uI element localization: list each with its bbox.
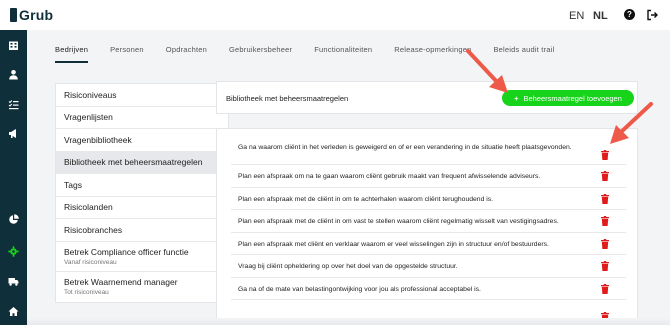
- nav-item-label: Risicolanden: [64, 202, 113, 213]
- measures-list: Ga na waarom cliënt in het verleden is g…: [216, 128, 638, 325]
- nav-item-sublabel: Tot risiconiveau: [64, 289, 109, 296]
- tab-bedrijven[interactable]: Bedrijven: [55, 45, 89, 63]
- measure-text: Plan een afspraak met cliënt en verklaar…: [238, 240, 549, 248]
- gear-icon[interactable]: [0, 240, 27, 262]
- trash-icon[interactable]: [601, 171, 609, 181]
- list-item: Plan een afspraak met de cliënt in om te…: [231, 188, 626, 210]
- nav-item-tags[interactable]: Tags: [56, 174, 228, 197]
- nav-item-label: Risicobranches: [64, 224, 123, 235]
- nav-item-risicolanden[interactable]: Risicolanden: [56, 197, 228, 219]
- trash-icon[interactable]: [601, 238, 609, 249]
- nav-item-risiconiveaus[interactable]: Risiconiveaus: [56, 84, 228, 107]
- measure-text: Plan een afspraak met de cliënt in om te…: [238, 195, 494, 203]
- add-measure-button[interactable]: + Beheersmaatregel toevoegen: [502, 90, 634, 106]
- nav-item-label: Vragenlijsten: [64, 112, 113, 123]
- nav-item-label: Risiconiveaus: [64, 89, 117, 100]
- measure-text: Plan een afspraak om na te gaan waarom c…: [238, 173, 541, 180]
- trash-icon[interactable]: [601, 150, 609, 160]
- home-icon[interactable]: [0, 300, 27, 322]
- truck-icon[interactable]: [0, 270, 27, 292]
- tab-bar: Bedrijven Personen Opdrachten Gebruikers…: [55, 45, 576, 63]
- nav-item-vragenlijsten[interactable]: Vragenlijsten: [56, 107, 228, 129]
- nav-item-bibliotheek-beheersmaatregelen[interactable]: Bibliotheek met beheersmaatregelen: [56, 151, 228, 174]
- measure-text: Ga na waarom cliënt in het verleden is g…: [238, 144, 572, 151]
- tab-personen[interactable]: Personen: [110, 45, 144, 63]
- logo-text: Grub: [19, 7, 54, 23]
- list-item: Plan een afspraak om na te gaan waarom c…: [231, 165, 626, 188]
- megaphone-icon[interactable]: [0, 122, 27, 144]
- pie-chart-icon[interactable]: [0, 208, 27, 230]
- trash-icon[interactable]: [601, 216, 609, 226]
- nav-item-risicobranches[interactable]: Risicobranches: [56, 219, 228, 242]
- nav-item-waarnemend-manager[interactable]: Betrek Waarnemend manager Tot risiconive…: [56, 272, 228, 302]
- tab-release-opmerkingen[interactable]: Release-opmerkingen: [394, 45, 471, 63]
- list-item: Ga na of de mate van belastingontwijking…: [231, 278, 626, 300]
- sidebar: [0, 30, 27, 325]
- nav-item-label: Bibliotheek met beheersmaatregelen: [64, 157, 203, 168]
- page-bottom-edge: [27, 318, 670, 325]
- help-circle-icon[interactable]: ?: [624, 9, 635, 20]
- list-item: Ga na waarom cliënt in het verleden is g…: [231, 139, 626, 165]
- trash-icon[interactable]: [601, 261, 609, 271]
- logo[interactable]: Grub: [10, 7, 53, 23]
- nav-item-label: Betrek Waarnemend manager: [64, 277, 178, 287]
- list-item: Plan een afspraak met de cliënt in om va…: [231, 210, 626, 233]
- main-content: Bedrijven Personen Opdrachten Gebruikers…: [27, 30, 670, 325]
- tab-gebruikersbeheer[interactable]: Gebruikersbeheer: [229, 45, 292, 63]
- top-bar: Grub EN NL ?: [0, 0, 670, 30]
- plus-icon: +: [514, 93, 519, 103]
- logout-icon[interactable]: [646, 9, 658, 21]
- nav-item-compliance-officer[interactable]: Betrek Compliance officer functie Vanaf …: [56, 242, 228, 272]
- tab-opdrachten[interactable]: Opdrachten: [166, 45, 207, 63]
- building-icon[interactable]: [0, 34, 27, 56]
- checklist-icon[interactable]: [0, 93, 27, 115]
- logo-mark-icon: [10, 8, 17, 22]
- settings-nav: Risiconiveaus Vragenlijsten Vragenbiblio…: [55, 83, 229, 303]
- measure-text: Ga na of de mate van belastingontwijking…: [238, 285, 481, 293]
- panel-title: Bibliotheek met beheersmaatregelen: [226, 94, 349, 103]
- measure-text: Vraag bij cliënt opheldering op over het…: [238, 263, 458, 270]
- nav-item-label: Tags: [64, 179, 82, 190]
- nav-item-sublabel: Vanaf risiconiveau: [64, 258, 117, 266]
- tab-functionaliteiten[interactable]: Functionaliteiten: [314, 45, 372, 63]
- library-header-panel: Bibliotheek met beheersmaatregelen + Beh…: [216, 81, 638, 114]
- measure-text: Plan een afspraak met de cliënt in om va…: [238, 218, 559, 225]
- list-item: Plan een afspraak met cliënt en verklaar…: [231, 233, 626, 255]
- nav-item-label: Betrek Compliance officer functie: [64, 246, 189, 257]
- tab-beleids-audit-trail[interactable]: Beleids audit trail: [493, 45, 554, 63]
- language-en-button[interactable]: EN: [569, 10, 584, 22]
- add-measure-label: Beheersmaatregel toevoegen: [523, 93, 622, 103]
- person-icon[interactable]: [0, 63, 27, 85]
- nav-item-label: Vragenbibliotheek: [64, 134, 132, 145]
- language-nl-button[interactable]: NL: [593, 10, 608, 22]
- trash-icon[interactable]: [601, 193, 609, 204]
- list-item: Vraag bij cliënt opheldering op over het…: [231, 255, 626, 278]
- trash-icon[interactable]: [601, 283, 609, 294]
- nav-item-vragenbibliotheek[interactable]: Vragenbibliotheek: [56, 129, 228, 152]
